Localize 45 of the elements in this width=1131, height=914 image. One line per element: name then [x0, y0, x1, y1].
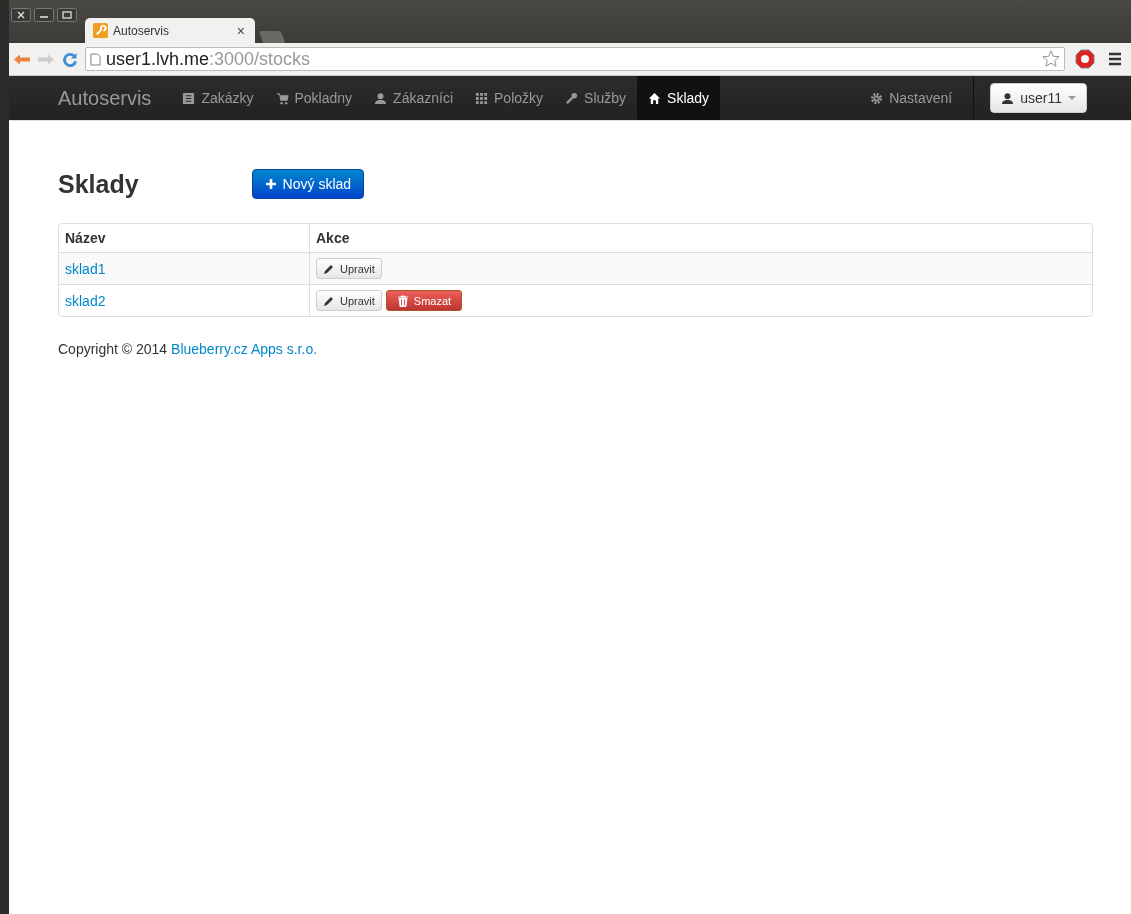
- plus-icon: [264, 178, 277, 190]
- nav-item[interactable]: Sklady: [637, 76, 721, 120]
- nav-item[interactable]: Zakázky: [171, 76, 265, 120]
- address-bar[interactable]: user1.lvh.me:3000/stocks: [85, 47, 1065, 71]
- minimize-icon[interactable]: [34, 8, 54, 22]
- maximize-icon[interactable]: [57, 8, 77, 22]
- pencil-icon: [323, 294, 335, 307]
- user-icon: [1001, 91, 1015, 105]
- stock-link[interactable]: sklad2: [65, 292, 106, 309]
- delete-button[interactable]: Smazat: [385, 290, 463, 311]
- edit-button[interactable]: Upravit: [316, 258, 382, 279]
- caret-icon: [1068, 95, 1076, 101]
- edit-button[interactable]: Upravit: [316, 290, 382, 311]
- stock-link[interactable]: sklad1: [65, 260, 106, 277]
- gear-icon: [870, 91, 884, 105]
- url-text: user1.lvh.me:3000/stocks: [106, 48, 312, 70]
- user-icon: [374, 91, 388, 105]
- browser-tab[interactable]: Autoservis ×: [85, 18, 255, 43]
- company-link[interactable]: Blueberry.cz Apps s.r.o.: [171, 341, 318, 357]
- reload-icon[interactable]: [61, 51, 79, 67]
- close-icon[interactable]: [11, 8, 31, 22]
- copyright-text: Copyright © 2014: [58, 341, 168, 357]
- nav-item[interactable]: Služby: [554, 76, 638, 120]
- settings-link[interactable]: Nastavení: [859, 76, 964, 120]
- column-header: Název: [64, 229, 107, 248]
- nav-item[interactable]: Položky: [464, 76, 555, 120]
- list-icon: [182, 91, 196, 105]
- nav-item[interactable]: Pokladny: [264, 76, 364, 120]
- page-title: Sklady: [58, 169, 139, 199]
- tab-close-button[interactable]: ×: [236, 22, 245, 39]
- wrench-icon: [565, 91, 579, 105]
- nav-item[interactable]: Zákazníci: [363, 76, 464, 120]
- new-stock-button[interactable]: Nový sklad: [251, 169, 365, 199]
- page-icon: [90, 52, 101, 66]
- cart-icon: [275, 91, 289, 105]
- star-icon[interactable]: [1042, 50, 1060, 68]
- stop-sign-icon[interactable]: [1075, 49, 1095, 69]
- home-icon: [648, 91, 662, 105]
- pencil-icon: [323, 262, 335, 275]
- wrench-icon: [93, 23, 108, 38]
- brand-link[interactable]: Autoservis: [58, 86, 152, 110]
- grid-icon: [475, 91, 488, 105]
- tab-title: Autoservis: [113, 23, 171, 38]
- user-menu-button[interactable]: user11: [990, 83, 1087, 113]
- trash-icon: [396, 294, 409, 307]
